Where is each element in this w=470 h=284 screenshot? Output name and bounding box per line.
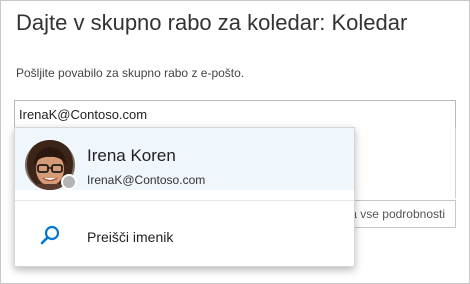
- dialog-title: Dajte v skupno rabo za koledar: Koledar: [16, 10, 408, 35]
- suggestion-dropdown: Irena Koren IrenaK@Contoso.com Preišči i…: [14, 127, 355, 267]
- contact-email: IrenaK@Contoso.com: [87, 173, 206, 187]
- search-icon: [40, 225, 60, 245]
- search-directory-label: Preišči imenik: [87, 229, 174, 245]
- search-directory-item[interactable]: Preišči imenik: [15, 206, 354, 264]
- divider: [15, 200, 354, 201]
- instruction-text: Pošljite povabilo za skupno rabo z e-poš…: [16, 66, 245, 80]
- contact-name: Irena Koren: [87, 146, 176, 165]
- email-input-value[interactable]: IrenaK@Contoso.com: [19, 107, 147, 122]
- permission-select-value: da vse podrobnosti: [343, 207, 445, 221]
- email-input[interactable]: IrenaK@Contoso.com: [14, 100, 456, 128]
- contact-suggestion[interactable]: Irena Koren IrenaK@Contoso.com: [15, 128, 354, 190]
- presence-status-icon: [61, 174, 77, 190]
